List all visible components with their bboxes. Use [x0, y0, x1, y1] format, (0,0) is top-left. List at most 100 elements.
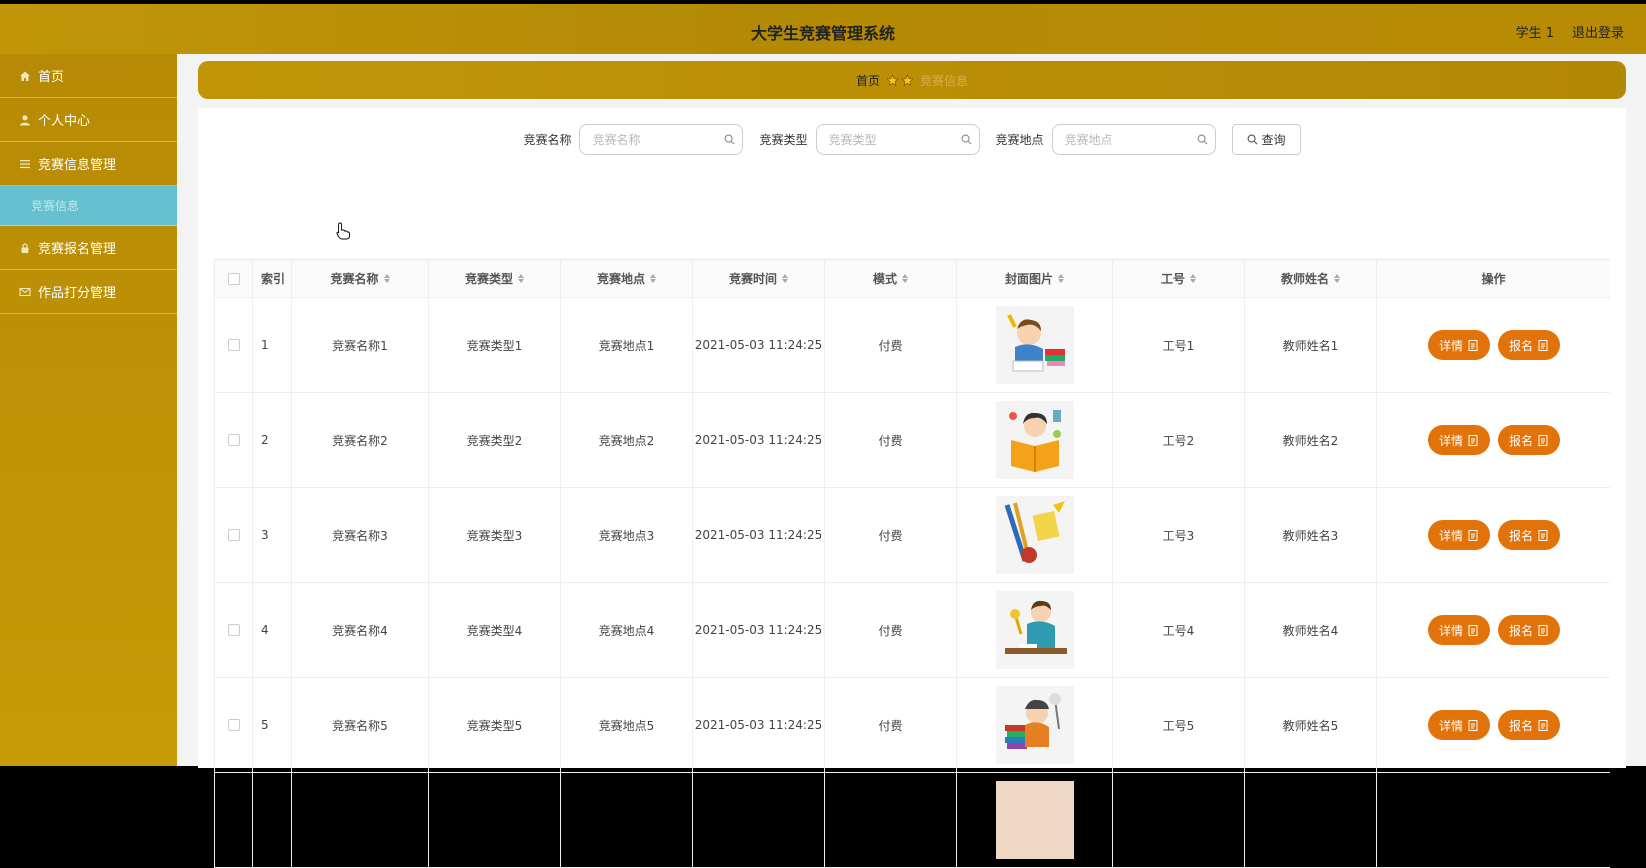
cover-cell: [957, 678, 1113, 772]
place-search-input[interactable]: [1052, 125, 1215, 154]
sort-icon[interactable]: [1334, 274, 1340, 283]
row-checkbox[interactable]: [227, 719, 240, 731]
breadcrumb: 首页 竞赛信息: [198, 61, 1626, 99]
time-cell: 2021-05-03 11:24:25: [693, 583, 825, 677]
sidebar-item-competition-info-management[interactable]: 竞赛信息管理: [0, 142, 177, 186]
header-teacher[interactable]: 教师姓名: [1245, 260, 1377, 297]
signup-button[interactable]: 报名: [1497, 520, 1560, 550]
select-all-checkbox[interactable]: [227, 272, 240, 285]
work-no-cell: 工号2: [1113, 393, 1245, 487]
cover-image[interactable]: [995, 591, 1074, 669]
header-work-no[interactable]: 工号: [1113, 260, 1245, 297]
sidebar: 首页 个人中心 竞赛信息管理 竞赛信息 竞赛报名管理 作品打分管理: [0, 54, 177, 766]
sidebar-item-scoring-management[interactable]: 作品打分管理: [0, 270, 177, 314]
table-row: 5 竞赛名称5 竞赛类型5 竞赛地点5 2021-05-03 11:24:25 …: [214, 678, 1610, 773]
star-icon: [901, 73, 914, 86]
header-name[interactable]: 竞赛名称: [292, 260, 429, 297]
header-place[interactable]: 竞赛地点: [561, 260, 693, 297]
place-cell: 竞赛地点3: [561, 488, 693, 582]
signup-button[interactable]: 报名: [1497, 425, 1560, 455]
signup-button[interactable]: 报名: [1497, 330, 1560, 360]
row-checkbox[interactable]: [227, 624, 240, 636]
sidebar-item-profile[interactable]: 个人中心: [0, 98, 177, 142]
header-label: 工号: [1160, 272, 1185, 286]
breadcrumb-home[interactable]: 首页: [856, 72, 880, 89]
cover-image[interactable]: [995, 781, 1074, 859]
sidebar-item-home[interactable]: 首页: [0, 54, 177, 98]
user-name[interactable]: 学生 1: [1516, 22, 1554, 41]
teacher-cell: 教师姓名3: [1245, 488, 1377, 582]
breadcrumb-current: 竞赛信息: [920, 73, 969, 88]
detail-button[interactable]: 详情: [1427, 520, 1490, 550]
signup-button-label: 报名: [1508, 528, 1533, 543]
sort-icon[interactable]: [782, 274, 788, 283]
name-cell: 竞赛名称4: [292, 583, 429, 677]
user-area: 学生 1 退出登录: [1516, 22, 1624, 41]
place-cell: 竞赛地点2: [561, 393, 693, 487]
name-cell: 竞赛名称3: [292, 488, 429, 582]
detail-button-label: 详情: [1438, 528, 1463, 543]
cover-image[interactable]: [995, 496, 1074, 574]
query-button[interactable]: 查询: [1231, 124, 1301, 155]
header-time[interactable]: 竞赛时间: [693, 260, 825, 297]
sidebar-subitem-competition-info[interactable]: 竞赛信息: [0, 186, 177, 226]
detail-button[interactable]: 详情: [1427, 615, 1490, 645]
cover-image[interactable]: [995, 306, 1074, 384]
type-cell: 竞赛类型2: [429, 393, 561, 487]
cover-image[interactable]: [995, 686, 1074, 764]
search-icon: [1247, 134, 1257, 145]
detail-button[interactable]: 详情: [1427, 710, 1490, 740]
row-checkbox[interactable]: [227, 339, 240, 351]
cover-image[interactable]: [995, 401, 1074, 479]
name-search-input[interactable]: [580, 125, 743, 154]
name-cell: [292, 773, 429, 867]
type-search-input[interactable]: [816, 125, 979, 154]
document-icon: [1468, 624, 1478, 636]
header-checkbox-cell: [214, 260, 253, 297]
sort-icon[interactable]: [650, 274, 656, 283]
sidebar-item-registration-management[interactable]: 竞赛报名管理: [0, 226, 177, 270]
type-cell: [429, 773, 561, 867]
girl-book-illustration: [1008, 410, 1061, 472]
sidebar-item-label: 竞赛信息管理: [38, 158, 117, 173]
row-checkbox[interactable]: [227, 434, 240, 446]
mode-cell: 付费: [825, 583, 957, 677]
sort-icon[interactable]: [383, 274, 390, 283]
detail-button[interactable]: 详情: [1427, 330, 1490, 360]
header-type[interactable]: 竞赛类型: [429, 260, 561, 297]
header-mode[interactable]: 模式: [825, 260, 957, 297]
app-title: 大学生竞赛管理系统: [750, 24, 895, 43]
type-cell: 竞赛类型1: [429, 298, 561, 392]
document-icon: [1538, 339, 1548, 351]
detail-button-label: 详情: [1438, 433, 1463, 448]
logout-link[interactable]: 退出登录: [1572, 22, 1624, 41]
place-search-box: [1051, 124, 1216, 155]
star-icon: [886, 73, 899, 86]
row-checkbox-cell: [214, 488, 253, 582]
index-cell: 4: [253, 583, 292, 677]
signup-button[interactable]: 报名: [1497, 615, 1560, 645]
header-label: 竞赛类型: [464, 272, 513, 286]
list-panel: 竞赛名称 竞赛类型 竞赛地点 查询: [198, 108, 1626, 868]
type-label: 竞赛类型: [759, 133, 808, 147]
signup-button[interactable]: 报名: [1497, 710, 1560, 740]
sort-icon[interactable]: [1058, 274, 1064, 283]
document-icon: [1468, 529, 1478, 541]
detail-button[interactable]: 详情: [1427, 425, 1490, 455]
sort-icon[interactable]: [518, 274, 524, 283]
document-icon: [1468, 434, 1478, 446]
time-cell: 2021-05-03 11:24:25: [693, 678, 825, 772]
table-row: 2 竞赛名称2 竞赛类型2 竞赛地点2 2021-05-03 11:24:25 …: [214, 393, 1610, 488]
header-cover[interactable]: 封面图片: [957, 260, 1113, 297]
data-table: 索引 竞赛名称 竞赛类型 竞赛地点 竞赛时间 模式 封面图片 工号 教师姓名 操…: [214, 259, 1610, 868]
type-search-box: [815, 124, 980, 155]
header-actions: 操作: [1377, 260, 1610, 297]
row-checkbox[interactable]: [227, 529, 240, 541]
sort-icon[interactable]: [902, 274, 908, 283]
sort-icon[interactable]: [1190, 274, 1196, 283]
header-label: 操作: [1481, 272, 1506, 286]
place-cell: 竞赛地点5: [561, 678, 693, 772]
table-row-partial: [214, 773, 1610, 868]
place-cell: 竞赛地点1: [561, 298, 693, 392]
work-no-cell: 工号4: [1113, 583, 1245, 677]
